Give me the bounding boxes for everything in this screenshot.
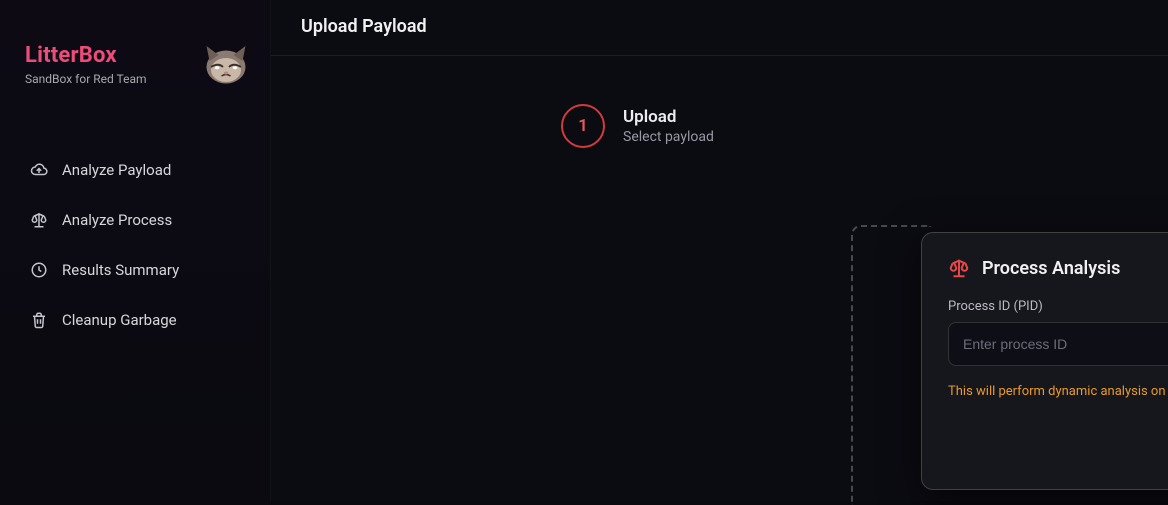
modal-warning-text: This will perform dynamic analysis on th… [948, 384, 1168, 399]
scales-icon [948, 257, 970, 279]
modal-title: Process Analysis [982, 258, 1120, 279]
brand-subtitle: SandBox for Red Team [25, 72, 147, 86]
process-analysis-modal: Process Analysis Process ID (PID) This w… [921, 232, 1168, 490]
step-title: Upload [623, 107, 714, 127]
nav-item-cleanup-garbage[interactable]: Cleanup Garbage [20, 298, 250, 342]
modal-header: Process Analysis [948, 257, 1168, 279]
nav-item-label: Analyze Process [62, 211, 172, 229]
upload-dropzone[interactable] [851, 225, 931, 505]
step-subtitle: Select payload [623, 129, 714, 145]
pid-input[interactable] [948, 322, 1168, 366]
nav-item-label: Analyze Payload [62, 161, 171, 179]
step-number-badge: 1 [561, 104, 605, 148]
nav-item-label: Results Summary [62, 261, 179, 279]
nav-item-label: Cleanup Garbage [62, 311, 177, 329]
sidebar: LitterBox SandBox for Red Team Analyze P… [0, 0, 270, 501]
brand-text: LitterBox SandBox for Red Team [25, 43, 147, 86]
cloud-upload-icon [30, 161, 48, 179]
cat-logo-icon [202, 40, 250, 88]
page-title: Upload Payload [301, 16, 1138, 37]
trash-icon [30, 311, 48, 329]
step-text: Upload Select payload [623, 107, 714, 145]
brand-title: LitterBox [25, 43, 147, 68]
scales-icon [30, 211, 48, 229]
brand: LitterBox SandBox for Red Team [20, 40, 250, 88]
main-content: Upload Payload 1 Upload Select payload P… [270, 0, 1168, 501]
upload-stepper: 1 Upload Select payload [561, 104, 1168, 148]
pid-field-label: Process ID (PID) [948, 299, 1168, 314]
modal-actions: Cancel Start Analysis [948, 425, 1168, 467]
nav-item-results-summary[interactable]: Results Summary [20, 248, 250, 292]
page-header: Upload Payload [271, 0, 1168, 56]
clock-icon [30, 261, 48, 279]
nav-item-analyze-process[interactable]: Analyze Process [20, 198, 250, 242]
nav-item-analyze-payload[interactable]: Analyze Payload [20, 148, 250, 192]
sidebar-nav: Analyze Payload Analyze Process Results … [20, 148, 250, 342]
